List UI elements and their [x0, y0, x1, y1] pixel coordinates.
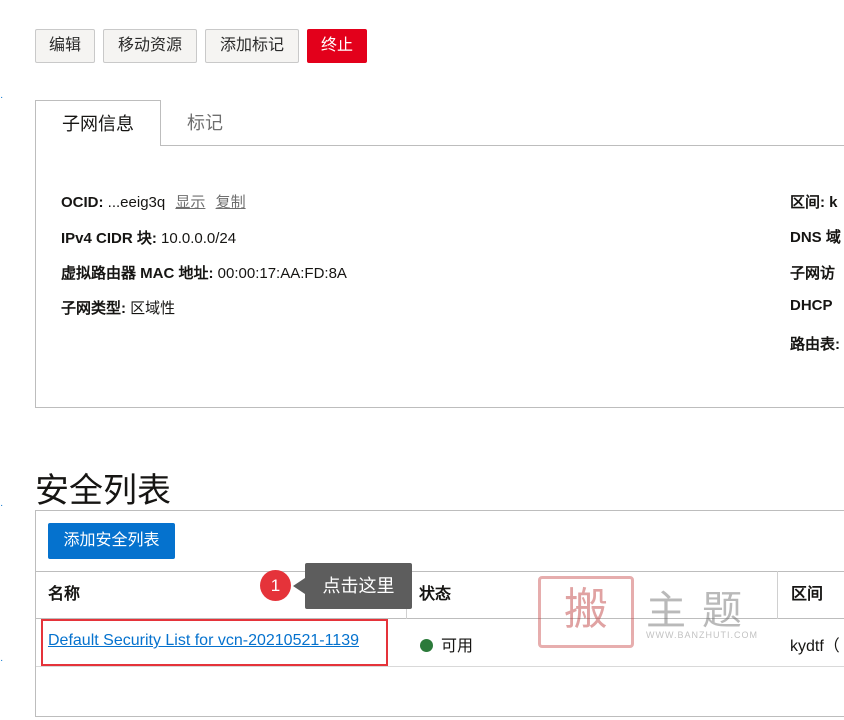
row-divider	[36, 666, 844, 667]
watermark-seal: 搬	[538, 576, 634, 648]
status-text: 可用	[441, 638, 474, 655]
status-available-icon	[420, 639, 433, 652]
compartment-label: 区间: k	[790, 194, 838, 211]
dhcp-label: DHCP	[790, 297, 833, 314]
ocid-show-link[interactable]: 显示	[175, 194, 205, 211]
terminate-button[interactable]: 终止	[307, 29, 367, 63]
click-here-tooltip: 点击这里	[305, 563, 412, 609]
sidebar-edge-mark: ·	[0, 655, 4, 666]
ocid-value: ...eeig3q	[107, 194, 166, 211]
column-header-name[interactable]: 名称	[48, 572, 80, 618]
watermark-url: WWW.BANZHUTI.COM	[646, 630, 758, 640]
edit-button[interactable]: 编辑	[35, 29, 95, 63]
column-header-status[interactable]: 状态	[419, 572, 451, 618]
tab-subnet-info[interactable]: 子网信息	[35, 100, 161, 146]
column-divider	[777, 571, 778, 619]
add-security-list-button[interactable]: 添加安全列表	[48, 523, 175, 559]
sidebar-edge-mark: ·	[0, 92, 4, 103]
subnet-type-value: 区域性	[130, 300, 176, 317]
step-badge: 1	[260, 570, 291, 601]
column-header-compartment[interactable]: 区间	[791, 572, 823, 618]
mac-row: 虚拟路由器 MAC 地址: 00:00:17:AA:FD:8A	[61, 262, 347, 283]
mac-label: 虚拟路由器 MAC 地址:	[61, 265, 214, 282]
ocid-copy-link[interactable]: 复制	[216, 194, 246, 211]
ocid-label: OCID:	[61, 194, 104, 211]
subnet-type-label: 子网类型:	[61, 300, 126, 317]
compartment-cell: kydtf（	[790, 638, 840, 655]
mac-value: 00:00:17:AA:FD:8A	[217, 265, 347, 282]
subnet-type-row: 子网类型: 区域性	[61, 297, 175, 318]
highlight-box	[41, 619, 388, 666]
subnet-access-label: 子网访	[790, 265, 836, 282]
dns-domain-label: DNS 域	[790, 229, 841, 246]
ocid-row: OCID: ...eeig3q 显示 复制	[61, 191, 246, 212]
tooltip-arrow-icon	[293, 578, 305, 594]
route-table-label: 路由表:	[790, 336, 840, 353]
watermark-text: 主题	[646, 588, 758, 634]
watermark: 搬 主题 WWW.BANZHUTI.COM	[528, 570, 758, 650]
cidr-label: IPv4 CIDR 块:	[61, 230, 157, 247]
sidebar-edge-mark: ·	[0, 500, 4, 511]
cidr-row: IPv4 CIDR 块: 10.0.0.0/24	[61, 227, 236, 248]
status-cell: 可用	[420, 632, 473, 656]
add-tags-button[interactable]: 添加标记	[205, 29, 299, 63]
move-resource-button[interactable]: 移动资源	[103, 29, 197, 63]
tab-tags[interactable]: 标记	[170, 100, 240, 146]
cidr-value: 10.0.0.0/24	[161, 230, 237, 247]
section-title: 安全列表	[35, 471, 171, 510]
